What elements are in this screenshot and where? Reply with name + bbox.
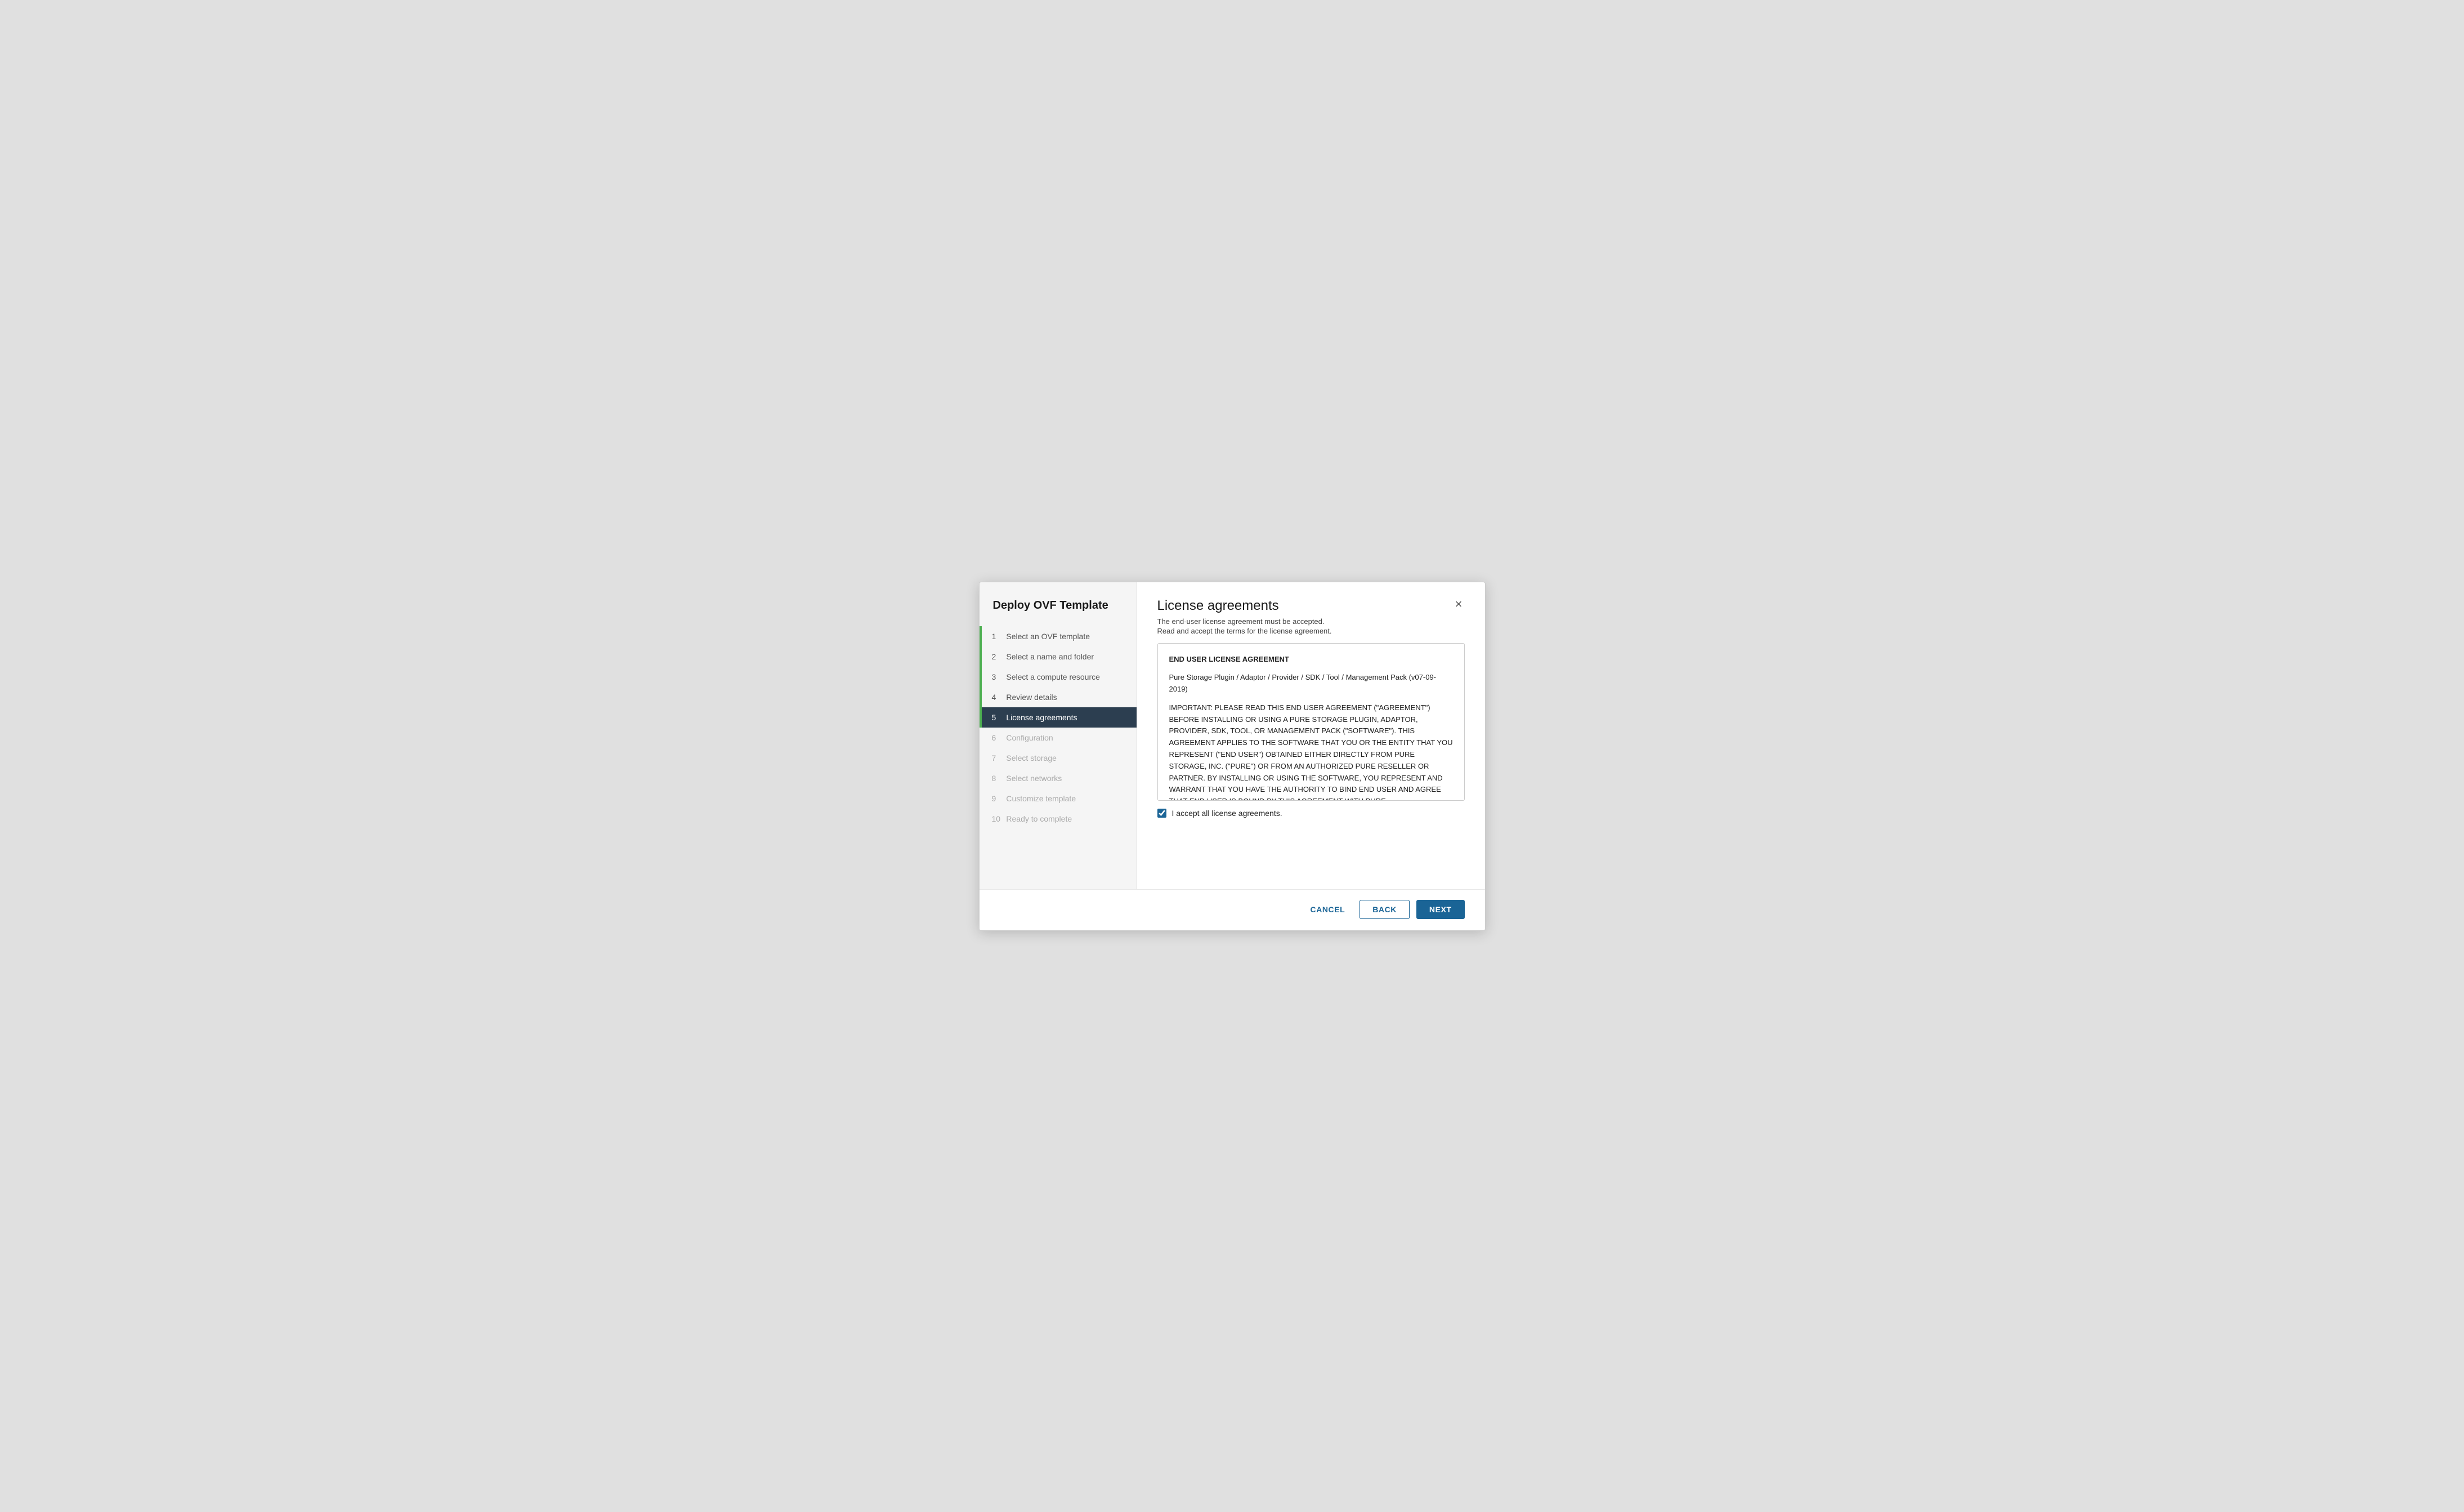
cancel-button[interactable]: CANCEL	[1303, 900, 1353, 918]
license-heading: END USER LICENSE AGREEMENT	[1169, 655, 1289, 663]
footer: CANCEL BACK NEXT	[980, 889, 1485, 930]
step-num-5: 5	[992, 713, 1004, 722]
step-num-4: 4	[992, 693, 1004, 702]
sidebar-item-10: 10 Ready to complete	[980, 809, 1137, 829]
step-num-2: 2	[992, 652, 1004, 661]
sidebar-item-7: 7 Select storage	[980, 748, 1137, 768]
step-num-8: 8	[992, 774, 1004, 783]
sidebar-item-2[interactable]: 2 Select a name and folder	[980, 646, 1137, 667]
license-subheading: Pure Storage Plugin / Adaptor / Provider…	[1169, 672, 1453, 695]
step-label-2: Select a name and folder	[1006, 652, 1094, 661]
dialog-body: Deploy OVF Template 1 Select an OVF temp…	[980, 582, 1485, 889]
step-num-10: 10	[992, 814, 1004, 823]
step-label-10: Ready to complete	[1006, 814, 1072, 823]
step-label-4: Review details	[1006, 693, 1057, 702]
step-label-6: Configuration	[1006, 733, 1053, 742]
accept-row: I accept all license agreements.	[1157, 809, 1465, 818]
sidebar-item-4[interactable]: 4 Review details	[980, 687, 1137, 707]
step-label-1: Select an OVF template	[1006, 632, 1090, 641]
main-header: License agreements ×	[1157, 598, 1465, 614]
accept-label: I accept all license agreements.	[1172, 809, 1282, 818]
step-label-3: Select a compute resource	[1006, 672, 1100, 681]
license-text-box[interactable]: END USER LICENSE AGREEMENT Pure Storage …	[1157, 643, 1465, 801]
step-label-9: Customize template	[1006, 794, 1076, 803]
next-button[interactable]: NEXT	[1416, 900, 1465, 919]
step-num-3: 3	[992, 672, 1004, 681]
back-button[interactable]: BACK	[1360, 900, 1410, 919]
step-num-6: 6	[992, 733, 1004, 742]
step-num-7: 7	[992, 753, 1004, 762]
sidebar-item-9: 9 Customize template	[980, 788, 1137, 809]
sidebar-item-8: 8 Select networks	[980, 768, 1137, 788]
step-label-5: License agreements	[1006, 713, 1077, 722]
step-label-7: Select storage	[1006, 753, 1057, 762]
subtitle-line-1: The end-user license agreement must be a…	[1157, 617, 1465, 626]
sidebar-steps: 1 Select an OVF template2 Select a name …	[980, 626, 1137, 829]
sidebar: Deploy OVF Template 1 Select an OVF temp…	[980, 582, 1137, 889]
sidebar-item-5[interactable]: 5 License agreements	[980, 707, 1137, 728]
sidebar-item-1[interactable]: 1 Select an OVF template	[980, 626, 1137, 646]
close-button[interactable]: ×	[1453, 598, 1465, 610]
deploy-ovf-dialog: Deploy OVF Template 1 Select an OVF temp…	[979, 582, 1486, 931]
accept-checkbox[interactable]	[1157, 809, 1166, 818]
step-label-8: Select networks	[1006, 774, 1062, 783]
step-num-1: 1	[992, 632, 1004, 641]
main-title: License agreements	[1157, 598, 1279, 614]
subtitle-line-2: Read and accept the terms for the licens…	[1157, 627, 1465, 635]
step-num-9: 9	[992, 794, 1004, 803]
sidebar-item-3[interactable]: 3 Select a compute resource	[980, 667, 1137, 687]
license-body1: IMPORTANT: PLEASE READ THIS END USER AGR…	[1169, 702, 1453, 801]
sidebar-item-6: 6 Configuration	[980, 728, 1137, 748]
sidebar-title: Deploy OVF Template	[980, 598, 1137, 626]
main-content: License agreements × The end-user licens…	[1137, 582, 1485, 889]
